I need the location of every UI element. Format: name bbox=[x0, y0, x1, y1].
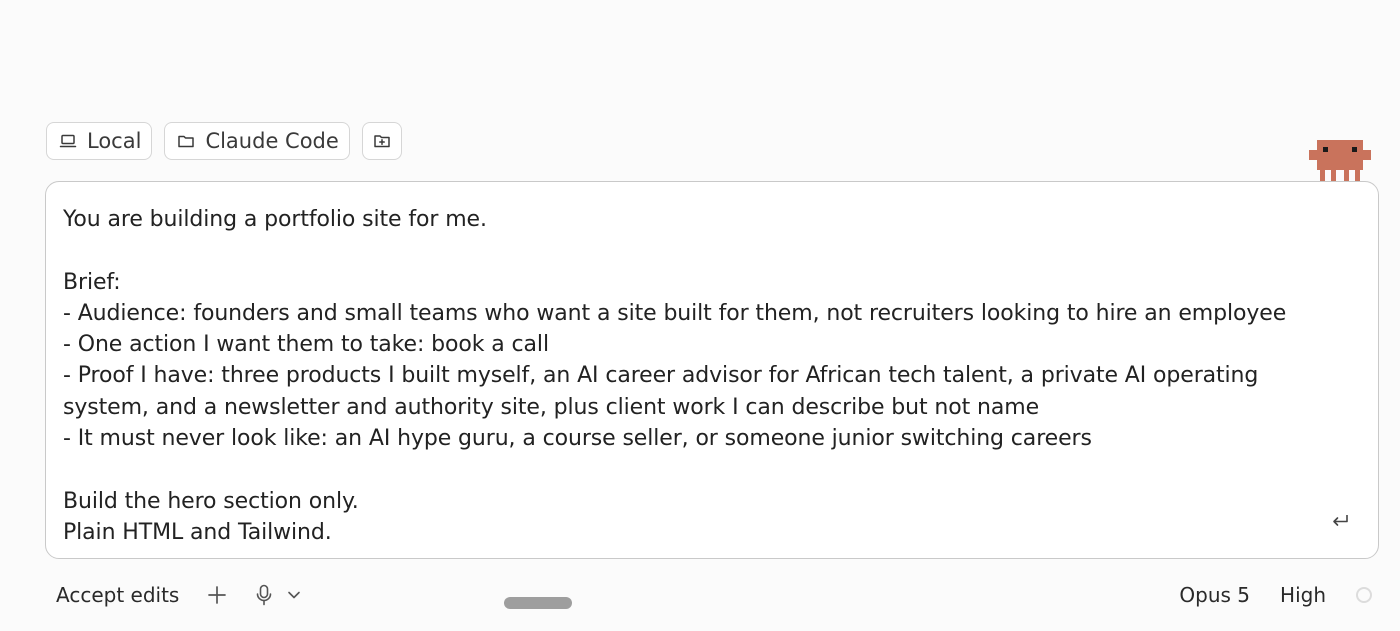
add-folder-button[interactable] bbox=[361, 122, 402, 160]
composer-toolbar-left: Accept edits bbox=[56, 580, 301, 610]
accept-edits-button[interactable]: Accept edits bbox=[56, 583, 179, 607]
enter-icon[interactable] bbox=[1330, 512, 1350, 534]
chevron-down-icon bbox=[288, 591, 301, 599]
prompt-input[interactable]: You are building a portfolio site for me… bbox=[63, 204, 1313, 548]
add-button[interactable] bbox=[207, 585, 227, 605]
prompt-composer[interactable]: You are building a portfolio site for me… bbox=[45, 181, 1379, 559]
plus-icon bbox=[208, 586, 227, 604]
laptop-icon bbox=[59, 133, 77, 149]
folder-icon bbox=[177, 133, 195, 149]
composer-toolbar-right: Opus 5 High bbox=[1179, 580, 1372, 610]
effort-selector[interactable]: High bbox=[1280, 583, 1326, 607]
folder-plus-icon bbox=[373, 133, 391, 149]
model-selector[interactable]: Opus 5 bbox=[1179, 583, 1250, 607]
folder-chip-label: Claude Code bbox=[205, 129, 339, 153]
environment-chip[interactable]: Local bbox=[46, 122, 153, 160]
context-usage-indicator[interactable] bbox=[1356, 587, 1372, 603]
claude-mascot-icon bbox=[1309, 140, 1371, 186]
context-chips: Local Claude Code bbox=[46, 122, 402, 160]
voice-options-dropdown[interactable] bbox=[287, 590, 301, 600]
folder-chip[interactable]: Claude Code bbox=[164, 122, 350, 160]
resize-handle[interactable] bbox=[504, 597, 572, 609]
environment-chip-label: Local bbox=[87, 129, 142, 153]
app-root: Local Claude Code You are building a por… bbox=[0, 0, 1400, 631]
voice-input-button[interactable] bbox=[255, 584, 273, 606]
microphone-icon bbox=[257, 584, 272, 606]
